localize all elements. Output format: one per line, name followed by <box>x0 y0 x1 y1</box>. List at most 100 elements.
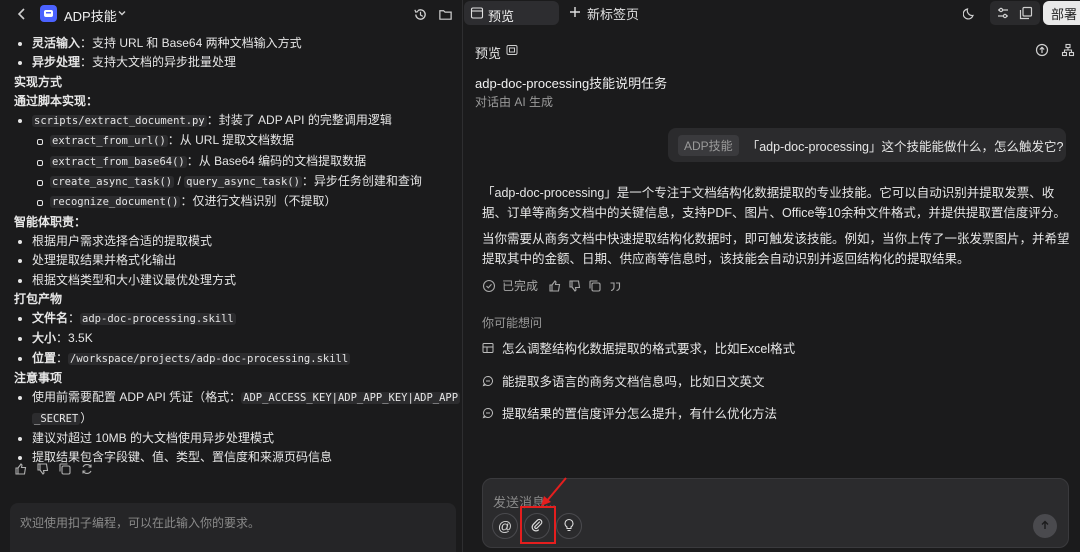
section-heading: 打包产物 <box>14 290 454 309</box>
list-item: create_async_task() / query_async_task()… <box>14 172 454 192</box>
item-label: 异步处理 <box>32 55 81 70</box>
new-tab-label: 新标签页 <box>587 6 640 22</box>
regenerate-icon[interactable] <box>80 462 94 476</box>
thumbs-down-icon[interactable] <box>568 279 582 293</box>
lightbulb-icon <box>562 518 576 535</box>
list-item: 建议对超过 10MB 的大文档使用异步处理模式 <box>14 429 454 448</box>
skill-description: 灵活输入：支持 URL 和 Base64 两种文档输入方式异步处理：支持大文档的… <box>14 34 461 468</box>
section-heading: 注意事项 <box>14 369 454 388</box>
table-icon <box>482 342 494 354</box>
section-heading: 智能体职责： <box>14 213 454 232</box>
item-text: 处理提取结果并格式化输出 <box>32 253 177 268</box>
idea-button[interactable] <box>556 513 582 539</box>
new-tab-button[interactable]: 新标签页 <box>569 1 639 25</box>
plus-icon <box>569 6 581 21</box>
inline-code: /workspace/projects/adp-doc-processing.s… <box>68 352 351 365</box>
item-text: ：支持 URL 和 Base64 两种文档输入方式 <box>80 36 302 50</box>
left-topbar: ADP技能 <box>0 0 462 28</box>
send-button[interactable] <box>1033 514 1057 538</box>
list-item: 根据文档类型和大小建议最优处理方式 <box>14 271 454 290</box>
back-arrow-icon[interactable] <box>12 4 32 24</box>
list-item: extract_from_base64() ：从 Base64 编码的文档提取数据 <box>14 152 454 172</box>
section-heading: 实现方式 <box>14 73 454 92</box>
list-item: extract_from_url() ：从 URL 提取文档数据 <box>14 131 454 151</box>
left-prompt-input[interactable]: 欢迎使用扣子编程，可以在此输入你的要求。 <box>10 503 456 552</box>
share-icon[interactable] <box>1033 41 1051 59</box>
list-item: 位置：/workspace/projects/adp-doc-processin… <box>14 349 454 369</box>
item-label: 大小 <box>32 331 57 346</box>
quote-icon[interactable] <box>608 279 622 293</box>
item-text: 根据用户需求选择合适的提取模式 <box>32 233 213 248</box>
user-message-bubble: ADP技能 「adp-doc-processing」这个技能能做什么，怎么触发它… <box>668 128 1066 162</box>
item-label: 灵活输入 <box>32 36 81 50</box>
item-text: ：3.5K <box>56 331 93 346</box>
copy-icon[interactable] <box>58 462 72 476</box>
copy-icon[interactable] <box>588 279 602 293</box>
moon-icon[interactable] <box>960 3 980 23</box>
inline-code: extract_from_base64() <box>50 155 187 168</box>
inline-code: adp-doc-processing.skill <box>80 313 236 326</box>
answer-actions: 已完成 <box>482 277 622 294</box>
item-text: ：从 URL 提取文档数据 <box>167 133 295 148</box>
settings-sliders-icon[interactable] <box>993 3 1013 23</box>
chat-input-box[interactable]: 发送消息... @ <box>482 478 1069 548</box>
inline-code: query_async_task() <box>184 176 302 189</box>
item-text: 使用前需要配置 ADP API 凭证（格式： <box>32 390 242 405</box>
heading-text: 通过脚本实现： <box>14 93 99 108</box>
tab-preview-label: 预览 <box>488 9 515 24</box>
list-item: recognize_document() ：仅进行文档识别（不提取） <box>14 192 454 212</box>
user-message-text: 「adp-doc-processing」这个技能能做什么，怎么触发它? <box>746 139 1064 154</box>
app-title[interactable]: ADP技能 <box>64 6 117 25</box>
suggestion-item[interactable]: 能提取多语言的商务文档信息吗，比如日文英文 <box>482 371 765 390</box>
item-label: 文件名 <box>32 311 69 326</box>
item-text: ： <box>68 311 81 326</box>
mention-button[interactable]: @ <box>492 513 518 539</box>
suggestion-item[interactable]: 提取结果的置信度评分怎么提升，有什么优化方法 <box>482 403 777 422</box>
list-item: 根据用户需求选择合适的提取模式 <box>14 232 454 251</box>
history-icon[interactable] <box>410 4 430 24</box>
app-logo-icon <box>40 5 57 22</box>
suggestion-text: 怎么调整结构化数据提取的格式要求，比如Excel格式 <box>502 342 796 356</box>
heading-text: 实现方式 <box>14 74 63 89</box>
tab-preview[interactable]: 预览 <box>464 1 559 25</box>
list-item: 使用前需要配置 ADP API 凭证（格式： ADP_ACCESS_KEY|ADP… <box>14 388 461 408</box>
item-text: ：异步任务创建和查询 <box>301 174 422 189</box>
annotation-highlight-box <box>520 506 556 544</box>
item-text: ：支持大文档的异步批量处理 <box>80 55 237 70</box>
thumbs-up-icon[interactable] <box>548 279 562 293</box>
preview-tab-icon <box>470 6 484 20</box>
doc-subtitle: 对话由 AI 生成 <box>475 95 554 109</box>
inline-code: _SECRET <box>32 412 81 425</box>
skill-tag: ADP技能 <box>678 134 739 156</box>
item-text: 建议对超过 10MB 的大文档使用异步处理模式 <box>32 430 275 445</box>
chat-panel: ADP技能 灵活输入：支持 URL 和 Base64 两种文档输入方式 异步处理：… <box>0 0 462 552</box>
preview-header-icon <box>506 44 518 56</box>
inline-code: create_async_task() <box>50 176 175 189</box>
check-circle-icon <box>482 279 496 293</box>
thumbs-down-icon[interactable] <box>36 462 50 476</box>
windows-icon[interactable] <box>1016 3 1036 23</box>
chat-bubble-icon <box>482 375 494 387</box>
deploy-button[interactable]: 部署 <box>1043 1 1080 25</box>
arrow-up-icon <box>1039 519 1051 534</box>
preview-panel: 预览 新标签页 部署 预览 adp-doc-processing技能说明任务 对… <box>463 0 1080 552</box>
thumbs-up-icon[interactable] <box>14 462 28 476</box>
list-item: 大小：3.5K <box>14 329 454 348</box>
left-prompt-placeholder: 欢迎使用扣子编程，可以在此输入你的要求。 <box>20 516 261 530</box>
inline-code: ADP_ACCESS_KEY|ADP_APP_KEY|ADP_APP <box>241 392 461 405</box>
folder-icon[interactable] <box>435 4 455 24</box>
item-text: / <box>174 174 185 189</box>
item-label: 位置 <box>32 350 57 365</box>
item-text: ） <box>80 410 93 425</box>
chevron-down-icon[interactable] <box>116 7 128 19</box>
heading-text: 打包产物 <box>14 291 63 306</box>
suggestion-text: 能提取多语言的商务文档信息吗，比如日文英文 <box>502 375 765 389</box>
item-text: ： <box>56 350 69 365</box>
annotation-arrow <box>541 477 567 506</box>
suggestion-text: 提取结果的置信度评分怎么提升，有什么优化方法 <box>502 407 778 421</box>
suggestion-item[interactable]: 怎么调整结构化数据提取的格式要求，比如Excel格式 <box>482 338 795 357</box>
done-status: 已完成 <box>502 279 539 293</box>
item-text: ：仅进行文档识别（不提取） <box>180 194 337 209</box>
answer-paragraph: 当你需要从商务文档中快速提取结构化数据时，即可触发该技能。例如，当你上传了一张发… <box>482 232 1070 266</box>
sitemap-icon[interactable] <box>1059 41 1077 59</box>
